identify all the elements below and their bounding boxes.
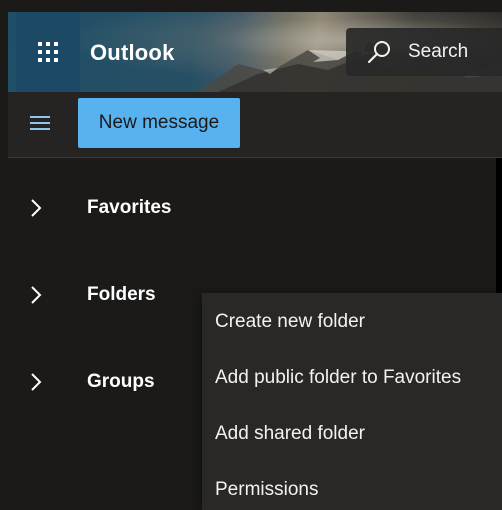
folders-context-menu: Create new folder Add public folder to F… (202, 293, 502, 510)
nav-item-folders[interactable]: Folders (28, 275, 228, 315)
nav-item-favorites[interactable]: Favorites (28, 188, 228, 228)
chevron-right-icon[interactable] (28, 285, 44, 305)
search-box[interactable]: Search (346, 28, 502, 76)
new-message-button[interactable]: New message (78, 98, 240, 148)
search-icon (367, 41, 390, 64)
hamburger-menu-icon[interactable] (30, 116, 50, 132)
menu-item-permissions[interactable]: Permissions (215, 470, 502, 510)
nav-item-label: Groups (87, 371, 155, 392)
app-launcher-button[interactable] (16, 12, 80, 92)
outlook-app: Outlook Search New message Favorites Fol… (0, 0, 502, 510)
nav-item-groups[interactable]: Groups (28, 362, 228, 402)
menu-item-add-shared-folder[interactable]: Add shared folder (215, 414, 502, 454)
search-label: Search (408, 41, 469, 62)
nav-item-label: Favorites (87, 197, 172, 218)
chevron-right-icon[interactable] (28, 198, 44, 218)
waffle-icon (38, 42, 58, 62)
app-title[interactable]: Outlook (90, 40, 175, 66)
menu-item-add-public-folder[interactable]: Add public folder to Favorites (215, 358, 502, 398)
nav-item-label: Folders (87, 284, 156, 305)
chevron-right-icon[interactable] (28, 372, 44, 392)
menu-item-create-new-folder[interactable]: Create new folder (215, 302, 502, 342)
